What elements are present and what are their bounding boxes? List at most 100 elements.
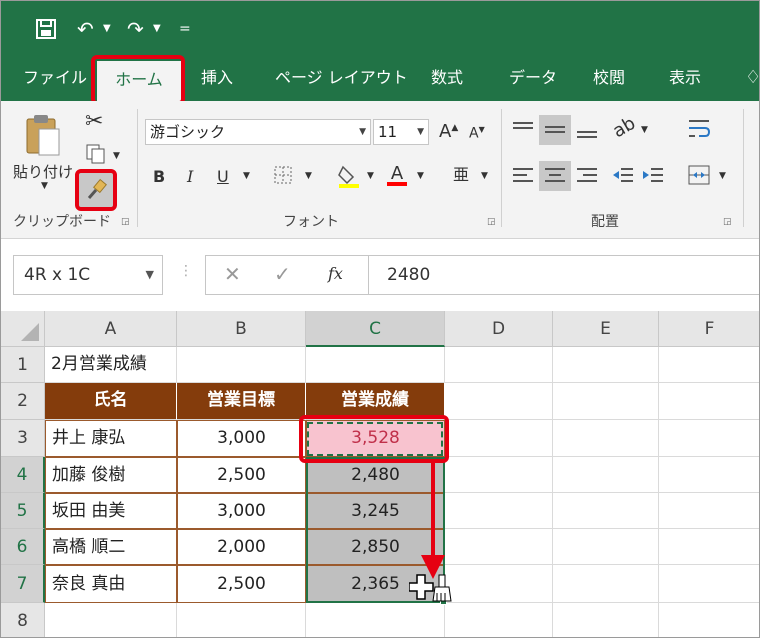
cell[interactable] bbox=[553, 493, 659, 529]
decrease-font-size-icon[interactable]: A▼ bbox=[469, 125, 485, 142]
paste-icon[interactable] bbox=[23, 111, 63, 161]
tab-insert[interactable]: 挿入 bbox=[201, 57, 233, 101]
redo-dropdown-icon[interactable]: ▼ bbox=[153, 19, 161, 39]
insert-function-button[interactable]: fx bbox=[328, 264, 343, 283]
cell[interactable] bbox=[553, 383, 659, 420]
cell[interactable] bbox=[306, 603, 445, 637]
column-header-f[interactable]: F bbox=[659, 311, 759, 347]
table-header-cell[interactable]: 営業目標 bbox=[177, 383, 306, 420]
undo-dropdown-icon[interactable]: ▼ bbox=[103, 19, 111, 39]
column-header-d[interactable]: D bbox=[445, 311, 553, 347]
cell[interactable] bbox=[445, 347, 553, 383]
tab-view[interactable]: 表示 bbox=[669, 57, 701, 101]
column-header-c[interactable]: C bbox=[306, 311, 445, 347]
clipboard-launcher-icon[interactable]: ◲ bbox=[121, 217, 130, 227]
align-middle-icon[interactable] bbox=[539, 115, 571, 145]
font-launcher-icon[interactable]: ◲ bbox=[487, 217, 496, 227]
paste-label[interactable]: 貼り付け bbox=[13, 161, 73, 182]
name-cell[interactable]: 坂田 由美 bbox=[45, 493, 177, 529]
font-size-select[interactable]: 11 ▼ bbox=[373, 119, 429, 145]
lightbulb-icon[interactable]: ♢ bbox=[745, 57, 759, 101]
fill-color-icon[interactable] bbox=[337, 163, 361, 193]
cell[interactable] bbox=[553, 347, 659, 383]
table-header-cell[interactable]: 氏名 bbox=[45, 383, 177, 420]
cell[interactable] bbox=[659, 383, 759, 420]
cell[interactable] bbox=[659, 457, 759, 493]
column-header-a[interactable]: A bbox=[45, 311, 177, 347]
merge-dropdown-icon[interactable]: ▼ bbox=[719, 171, 726, 181]
increase-indent-icon[interactable] bbox=[641, 165, 665, 191]
cell[interactable] bbox=[553, 603, 659, 637]
cell[interactable] bbox=[445, 603, 553, 637]
redo-icon[interactable]: ↷ bbox=[127, 15, 144, 43]
borders-dropdown-icon[interactable]: ▼ bbox=[305, 171, 312, 181]
align-left-icon[interactable] bbox=[511, 165, 535, 191]
cell[interactable] bbox=[445, 457, 553, 493]
cell[interactable] bbox=[553, 565, 659, 603]
font-color-dropdown-icon[interactable]: ▼ bbox=[417, 171, 424, 181]
row-header-7[interactable]: 7 bbox=[1, 565, 45, 603]
cell[interactable] bbox=[445, 565, 553, 603]
cell[interactable] bbox=[553, 529, 659, 565]
row-header-4[interactable]: 4 bbox=[1, 457, 45, 493]
cell[interactable] bbox=[445, 420, 553, 457]
column-header-b[interactable]: B bbox=[177, 311, 306, 347]
align-top-icon[interactable] bbox=[511, 119, 535, 145]
borders-icon[interactable] bbox=[273, 165, 293, 189]
alignment-launcher-icon[interactable]: ◲ bbox=[723, 217, 732, 227]
cell[interactable] bbox=[659, 603, 759, 637]
font-name-select[interactable]: 游ゴシック ▼ bbox=[145, 119, 371, 145]
cell[interactable] bbox=[177, 347, 306, 383]
target-cell[interactable]: 2,000 bbox=[177, 529, 306, 565]
name-cell[interactable]: 加藤 俊樹 bbox=[45, 457, 177, 493]
bold-button[interactable]: B bbox=[153, 167, 165, 186]
tab-file[interactable]: ファイル bbox=[23, 57, 87, 101]
orientation-icon[interactable]: ab bbox=[609, 113, 639, 142]
customize-toolbar-icon[interactable]: = bbox=[179, 19, 191, 39]
sheet-title-cell[interactable]: 2月営業成績 bbox=[45, 347, 177, 383]
row-header-5[interactable]: 5 bbox=[1, 493, 45, 529]
underline-dropdown-icon[interactable]: ▼ bbox=[243, 171, 250, 181]
copy-dropdown-icon[interactable]: ▼ bbox=[113, 151, 120, 161]
format-painter-icon[interactable] bbox=[79, 173, 113, 207]
tab-home[interactable]: ホーム bbox=[97, 61, 181, 101]
target-cell[interactable]: 3,000 bbox=[177, 493, 306, 529]
column-header-e[interactable]: E bbox=[553, 311, 659, 347]
cancel-icon[interactable]: ✕ bbox=[224, 262, 241, 286]
italic-button[interactable]: I bbox=[187, 167, 193, 186]
target-cell[interactable]: 3,000 bbox=[177, 420, 306, 457]
row-header-8[interactable]: 8 bbox=[1, 603, 45, 637]
align-bottom-icon[interactable] bbox=[575, 119, 599, 145]
row-header-3[interactable]: 3 bbox=[1, 420, 45, 457]
target-cell[interactable]: 2,500 bbox=[177, 457, 306, 493]
wrap-text-icon[interactable] bbox=[687, 117, 711, 145]
underline-button[interactable]: U bbox=[217, 167, 229, 186]
align-center-icon[interactable] bbox=[539, 161, 571, 191]
formula-input[interactable]: 2480 bbox=[369, 255, 759, 295]
cell[interactable] bbox=[445, 383, 553, 420]
cell[interactable] bbox=[659, 420, 759, 457]
name-cell[interactable]: 高橋 順二 bbox=[45, 529, 177, 565]
enter-icon[interactable]: ✓ bbox=[274, 262, 291, 286]
align-right-icon[interactable] bbox=[575, 165, 599, 191]
result-cell[interactable]: 3,528 bbox=[306, 420, 445, 457]
cell[interactable] bbox=[45, 603, 177, 637]
phonetic-dropdown-icon[interactable]: ▼ bbox=[481, 171, 488, 181]
merge-center-icon[interactable] bbox=[687, 163, 711, 191]
cell[interactable] bbox=[177, 603, 306, 637]
fill-color-dropdown-icon[interactable]: ▼ bbox=[367, 171, 374, 181]
table-header-cell[interactable]: 営業成績 bbox=[306, 383, 445, 420]
save-icon[interactable] bbox=[35, 15, 57, 43]
cell[interactable] bbox=[553, 457, 659, 493]
tab-data[interactable]: データ bbox=[509, 57, 557, 101]
cell[interactable] bbox=[659, 529, 759, 565]
name-cell[interactable]: 井上 康弘 bbox=[45, 420, 177, 457]
font-color-icon[interactable]: A bbox=[387, 163, 407, 186]
tab-formulas[interactable]: 数式 bbox=[431, 57, 463, 101]
phonetic-guide-icon[interactable]: 亜 bbox=[453, 161, 469, 185]
cell[interactable] bbox=[659, 565, 759, 603]
cell[interactable] bbox=[445, 529, 553, 565]
select-all-button[interactable] bbox=[1, 311, 45, 347]
undo-icon[interactable]: ↶ bbox=[77, 15, 94, 43]
row-header-6[interactable]: 6 bbox=[1, 529, 45, 565]
